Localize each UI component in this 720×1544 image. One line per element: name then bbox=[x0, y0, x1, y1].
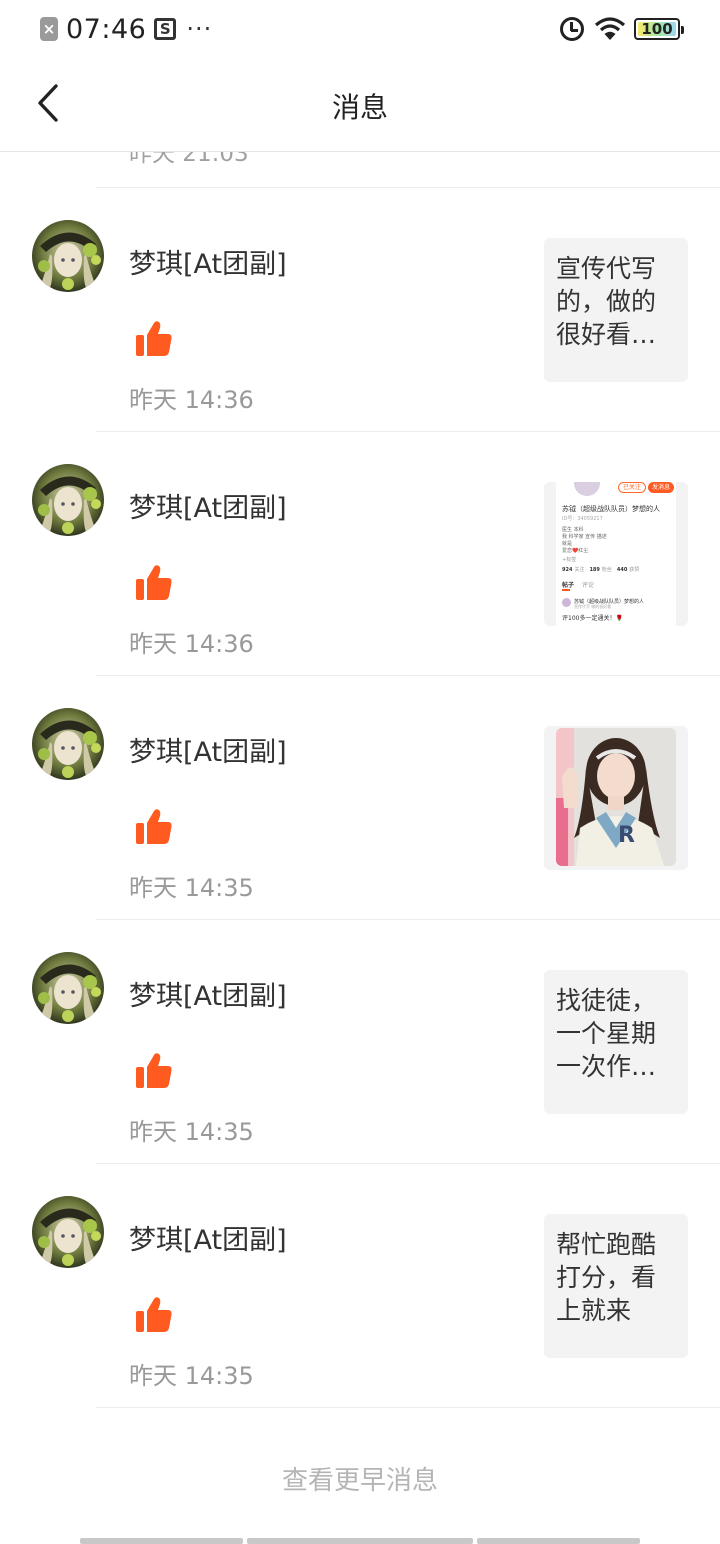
shot-stat3: 440 bbox=[616, 567, 628, 573]
message-row[interactable]: 梦琪[At团副] 昨天 14:36 已关注 发消息苏钺（超级战队队员）梦想的人 ID号… bbox=[0, 432, 720, 676]
photo-thumbnail: R bbox=[556, 728, 676, 866]
content-preview[interactable]: 帮忙跑酷打分，看上就来 bbox=[544, 1214, 688, 1358]
content-preview[interactable]: 宣传代写的，做的很好看… bbox=[544, 238, 688, 382]
shot-tab1: 帖子 bbox=[562, 582, 575, 589]
photo-shirt-letter: R bbox=[618, 823, 635, 848]
thumbs-up-icon bbox=[134, 1052, 174, 1090]
shot-bio2: 我 科学家 宣传 描述 bbox=[562, 534, 607, 540]
shot-chat-label: 发消息 bbox=[651, 484, 670, 491]
shot-id-line: ID号：34059217 bbox=[562, 516, 603, 522]
nav-bar: 消息 bbox=[0, 58, 720, 152]
list-item-partial[interactable]: 昨天 21:03 bbox=[96, 152, 720, 188]
home-indicator-center bbox=[247, 1538, 473, 1544]
message-time: 昨天 14:36 bbox=[129, 386, 254, 414]
shot-bio1: 医生 本科 bbox=[562, 527, 584, 533]
shot-name: 苏钺（超级战队队员）梦想的人 bbox=[562, 505, 660, 513]
app-notification-icon: S bbox=[154, 18, 177, 40]
home-indicator-left bbox=[80, 1538, 243, 1544]
wifi-icon bbox=[594, 17, 626, 40]
view-earlier-messages-link[interactable]: 查看更早消息 bbox=[0, 1460, 720, 1497]
status-time: 07:46 bbox=[66, 13, 147, 45]
shot-tag: +标签 bbox=[562, 557, 577, 563]
username[interactable]: 梦琪[At团副] bbox=[129, 486, 287, 525]
message-time: 昨天 14:35 bbox=[129, 1362, 254, 1390]
avatar[interactable] bbox=[32, 708, 104, 780]
shot-stat1-label: 关注 bbox=[574, 567, 585, 573]
username[interactable]: 梦琪[At团副] bbox=[129, 1218, 287, 1257]
message-row[interactable]: 梦琪[At团副] 昨天 14:35 帮忙跑酷打分，看上就来 bbox=[0, 1164, 720, 1408]
avatar[interactable] bbox=[32, 464, 104, 536]
shot-stat2-label: 粉丝 bbox=[601, 567, 612, 573]
message-time: 昨天 14:35 bbox=[129, 874, 254, 902]
preview-text: 找徒徒，一个星期一次作… bbox=[556, 986, 657, 1081]
alarm-icon bbox=[560, 17, 584, 41]
status-left: × 07:46 S ··· bbox=[40, 12, 212, 46]
status-bar: × 07:46 S ··· 100 bbox=[0, 0, 720, 58]
shot-tab2: 评论 bbox=[582, 582, 595, 589]
message-list: 昨天 21:03 梦琪[At团副] 昨天 14:36 宣传代写的，做的很好看… bbox=[0, 152, 720, 1408]
shot-bio4: 爱恋❤️红尘 bbox=[562, 548, 589, 554]
screenshot-thumbnail: 已关注 发消息苏钺（超级战队队员）梦想的人 ID号：34059217 医生 本科我 科… bbox=[556, 482, 676, 626]
page-title: 消息 bbox=[331, 91, 388, 124]
status-right: 100 bbox=[560, 14, 684, 44]
message-row[interactable]: 梦琪[At团副] 昨天 14:35 找徒徒，一个星期一次作… bbox=[0, 920, 720, 1164]
home-indicator-right bbox=[477, 1538, 640, 1544]
thumbs-up-icon bbox=[134, 808, 174, 846]
thumbs-up-icon bbox=[134, 1296, 174, 1334]
sim-off-icon: × bbox=[40, 17, 58, 41]
battery-icon: 100 bbox=[634, 18, 684, 40]
shot-stat3-label: 获赞 bbox=[629, 567, 640, 573]
shot-post-line: 宣传代写 做的很好看 bbox=[574, 604, 612, 609]
more-notifications-icon: ··· bbox=[186, 15, 213, 43]
message-time: 昨天 14:35 bbox=[129, 1118, 254, 1146]
avatar[interactable] bbox=[32, 1196, 104, 1268]
shot-bio3: 就是 bbox=[562, 541, 573, 547]
message-row[interactable]: 梦琪[At团副] 昨天 14:36 宣传代写的，做的很好看… bbox=[0, 188, 720, 432]
content-preview[interactable]: 已关注 发消息苏钺（超级战队队员）梦想的人 ID号：34059217 医生 本科我 科… bbox=[544, 482, 688, 626]
username[interactable]: 梦琪[At团副] bbox=[129, 974, 287, 1013]
avatar[interactable] bbox=[32, 952, 104, 1024]
content-preview[interactable]: R bbox=[544, 726, 688, 870]
preview-text: 宣传代写的，做的很好看… bbox=[556, 254, 657, 349]
preview-text: 帮忙跑酷打分，看上就来 bbox=[556, 1230, 657, 1325]
shot-follow-label: 已关注 bbox=[622, 484, 641, 491]
username[interactable]: 梦琪[At团副] bbox=[129, 730, 287, 769]
username[interactable]: 梦琪[At团副] bbox=[129, 242, 287, 281]
content-preview[interactable]: 找徒徒，一个星期一次作… bbox=[544, 970, 688, 1114]
shot-avatar bbox=[574, 482, 600, 496]
message-time: 昨天 14:36 bbox=[129, 630, 254, 658]
avatar[interactable] bbox=[32, 220, 104, 292]
message-row[interactable]: 梦琪[At团副] 昨天 14:35 R bbox=[0, 676, 720, 920]
thumbs-up-icon bbox=[134, 564, 174, 602]
battery-level: 100 bbox=[641, 20, 673, 38]
shot-post-body: 评100多一定通关！🌹 bbox=[562, 615, 623, 622]
message-time: 昨天 21:03 bbox=[129, 152, 249, 167]
thumbs-up-icon bbox=[134, 320, 174, 358]
shot-stat1: 924 bbox=[562, 567, 573, 573]
shot-stat2: 189 bbox=[589, 567, 600, 573]
